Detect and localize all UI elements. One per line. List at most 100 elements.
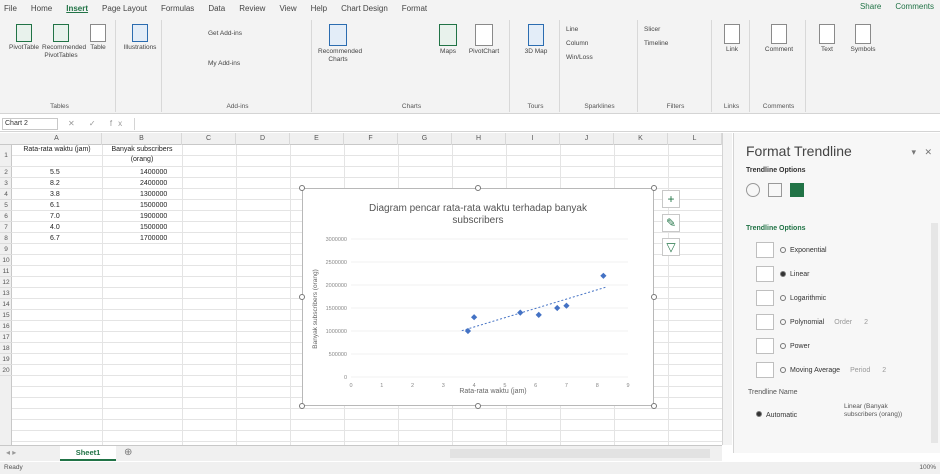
cell-a6[interactable]: 7.0 bbox=[50, 211, 60, 222]
close-icon[interactable]: ✕ bbox=[924, 147, 932, 158]
pane-options-chevron-icon[interactable]: ▾ bbox=[911, 147, 916, 158]
resize-handle[interactable] bbox=[475, 403, 481, 409]
chart-filters-funnel-icon[interactable]: ▽ bbox=[662, 238, 680, 256]
recommended-charts-button[interactable]: Recommended Charts bbox=[318, 24, 362, 64]
col-header[interactable]: C bbox=[182, 133, 236, 145]
col-header[interactable]: B bbox=[102, 133, 182, 145]
cell-a8[interactable]: 6.7 bbox=[50, 233, 60, 244]
option-moving-average[interactable]: Moving Average Period 2 bbox=[756, 361, 886, 381]
trendline-options-icon[interactable] bbox=[790, 183, 805, 197]
row-header[interactable]: 3 bbox=[0, 178, 12, 189]
row-header[interactable]: 13 bbox=[0, 288, 12, 299]
tab-help[interactable]: Help bbox=[311, 4, 327, 13]
formula-input[interactable] bbox=[134, 117, 940, 130]
scatter-chart[interactable]: Diagram pencar rata-rata waktu terhadap … bbox=[299, 185, 657, 409]
tab-format[interactable]: Format bbox=[402, 4, 427, 13]
resize-handle[interactable] bbox=[651, 294, 657, 300]
fx-icon[interactable]: ✕ ✓ fx bbox=[68, 119, 128, 128]
symbols-button[interactable]: Symbols bbox=[846, 24, 880, 54]
comment-button[interactable]: Comment bbox=[756, 24, 802, 54]
vertical-scrollbar[interactable] bbox=[722, 133, 732, 445]
data-point[interactable] bbox=[554, 304, 561, 312]
x-axis-title[interactable]: Rata-rata waktu (jam) bbox=[459, 388, 526, 395]
cell-b6[interactable]: 1900000 bbox=[140, 211, 167, 222]
table-button[interactable]: Table bbox=[84, 24, 112, 52]
row-header[interactable]: 14 bbox=[0, 299, 12, 310]
data-point[interactable] bbox=[600, 272, 607, 279]
tab-page-layout[interactable]: Page Layout bbox=[102, 4, 147, 13]
scroll-tabs-icon[interactable]: ◂ ▸ bbox=[6, 448, 16, 457]
cell-b5[interactable]: 1500000 bbox=[140, 200, 167, 211]
sparkline-column-button[interactable]: Column bbox=[566, 40, 626, 48]
trendline-options-dropdown[interactable]: Trendline Options bbox=[746, 167, 806, 174]
fill-line-icon[interactable] bbox=[746, 183, 760, 197]
cell-a4[interactable]: 3.8 bbox=[50, 189, 60, 200]
row-header[interactable]: 7 bbox=[0, 222, 12, 233]
y-axis-title[interactable]: Banyak subscribers (orang) bbox=[312, 269, 319, 348]
trendline-line[interactable] bbox=[461, 286, 607, 332]
tab-home[interactable]: Home bbox=[31, 4, 52, 13]
section-trendline-options[interactable]: Trendline Options bbox=[746, 225, 806, 232]
resize-handle[interactable] bbox=[475, 185, 481, 191]
col-header[interactable]: L bbox=[668, 133, 722, 145]
row-header[interactable]: 20 bbox=[0, 365, 12, 376]
col-header[interactable]: D bbox=[236, 133, 290, 145]
resize-handle[interactable] bbox=[299, 294, 305, 300]
col-header[interactable]: K bbox=[614, 133, 668, 145]
radio-moving-average[interactable] bbox=[780, 367, 786, 374]
col-header[interactable]: F bbox=[344, 133, 398, 145]
resize-handle[interactable] bbox=[299, 185, 305, 191]
my-addins-button[interactable]: My Add-ins bbox=[208, 60, 268, 68]
row-header[interactable]: 2 bbox=[0, 167, 12, 178]
tab-review[interactable]: Review bbox=[239, 4, 265, 13]
pivottable-button[interactable]: PivotTable bbox=[8, 24, 40, 52]
comments-button[interactable]: Comments bbox=[895, 2, 934, 11]
row-header[interactable]: 5 bbox=[0, 200, 12, 211]
sparkline-line-button[interactable]: Line bbox=[566, 26, 626, 34]
chart-elements-button[interactable]: + bbox=[662, 190, 680, 208]
radio-automatic[interactable]: Automatic bbox=[756, 411, 797, 419]
cell-a2[interactable]: 5.5 bbox=[50, 167, 60, 178]
timeline-button[interactable]: Timeline bbox=[644, 40, 704, 48]
radio-power[interactable] bbox=[780, 343, 786, 350]
cell-a3[interactable]: 8.2 bbox=[50, 178, 60, 189]
option-polynomial[interactable]: Polynomial Order 2 bbox=[756, 313, 868, 333]
cell-b1[interactable]: Banyak subscribers (orang) bbox=[104, 145, 180, 167]
add-sheet-icon[interactable]: ⊕ bbox=[124, 447, 132, 458]
cell-b8[interactable]: 1700000 bbox=[140, 233, 167, 244]
zoom-level[interactable]: 100% bbox=[919, 462, 936, 474]
tab-data[interactable]: Data bbox=[208, 4, 225, 13]
pivotchart-button[interactable]: PivotChart bbox=[464, 24, 504, 56]
sheet-tab-sheet1[interactable]: Sheet1 bbox=[60, 446, 116, 461]
effects-icon[interactable] bbox=[768, 183, 783, 197]
tab-chart-design[interactable]: Chart Design bbox=[341, 4, 388, 13]
text-button[interactable]: Text bbox=[812, 24, 842, 54]
resize-handle[interactable] bbox=[651, 403, 657, 409]
get-addins-button[interactable]: Get Add-ins bbox=[208, 30, 268, 38]
tab-formulas[interactable]: Formulas bbox=[161, 4, 194, 13]
tab-view[interactable]: View bbox=[279, 4, 296, 13]
sparkline-winloss-button[interactable]: Win/Loss bbox=[566, 54, 626, 62]
recommended-pivottables-button[interactable]: Recommended PivotTables bbox=[42, 24, 86, 60]
row-header[interactable]: 11 bbox=[0, 266, 12, 277]
option-exponential[interactable]: Exponential bbox=[756, 241, 827, 261]
row-header[interactable]: 12 bbox=[0, 277, 12, 288]
row-header[interactable]: 18 bbox=[0, 343, 12, 354]
data-point[interactable] bbox=[517, 309, 524, 316]
radio-linear[interactable] bbox=[780, 271, 786, 278]
tab-file[interactable]: File bbox=[4, 4, 17, 13]
row-header[interactable]: 9 bbox=[0, 244, 12, 255]
row-header[interactable]: 8 bbox=[0, 233, 12, 244]
row-header[interactable]: 15 bbox=[0, 310, 12, 321]
option-power[interactable]: Power bbox=[756, 337, 810, 357]
resize-handle[interactable] bbox=[651, 185, 657, 191]
cell-b7[interactable]: 1500000 bbox=[140, 222, 167, 233]
row-header[interactable]: 17 bbox=[0, 332, 12, 343]
col-header[interactable]: A bbox=[12, 133, 102, 145]
data-point[interactable] bbox=[464, 327, 472, 335]
col-header[interactable]: E bbox=[290, 133, 344, 145]
row-header[interactable]: 4 bbox=[0, 189, 12, 200]
col-header[interactable]: H bbox=[452, 133, 506, 145]
tab-insert[interactable]: Insert bbox=[66, 4, 88, 13]
cell-b3[interactable]: 2400000 bbox=[140, 178, 167, 189]
